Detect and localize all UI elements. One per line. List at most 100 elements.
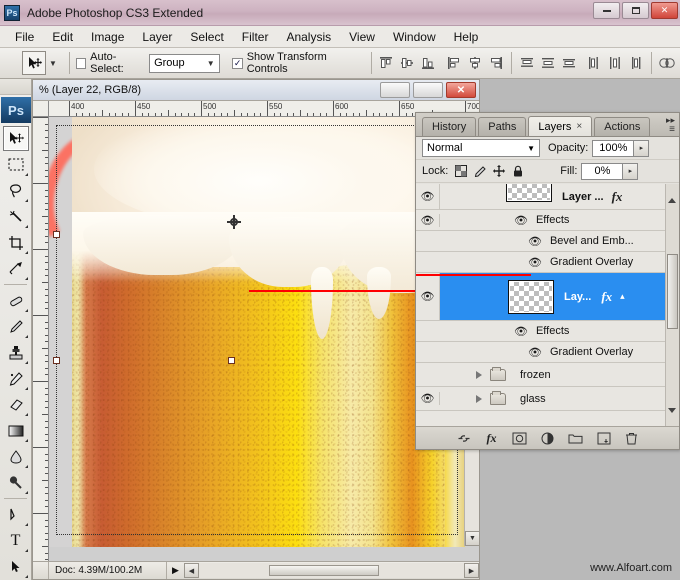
chevron-right-icon[interactable] [476,370,482,379]
layer-group-row-glass[interactable]: 👁 glass [416,387,679,411]
layer-effects-fx-icon-selected[interactable]: fx [601,289,612,305]
effect-row-gradient-2[interactable]: 👁 Gradient Overlay [416,342,679,363]
layer-thumbnail[interactable] [506,184,552,202]
document-title-bar[interactable]: % (Layer 22, RGB/8) ✕ [33,80,479,101]
type-tool[interactable]: T [3,528,29,553]
collapse-panel-icon[interactable]: ▸▸ [666,116,675,125]
new-layer-icon[interactable] [596,431,612,446]
group-visibility-toggle-glass[interactable]: 👁 [416,392,440,405]
hscroll-right-button[interactable]: ▶ [464,563,479,578]
panel-scroll-down-icon[interactable] [668,408,676,425]
distribute-horizontal-centers-icon[interactable] [606,54,624,72]
move-tool[interactable] [2,126,29,151]
blend-mode-dropdown[interactable]: Normal ▼ [422,139,540,157]
add-layer-mask-icon[interactable] [512,431,528,446]
auto-select-checkbox[interactable] [75,57,87,69]
align-right-edges-icon[interactable] [487,54,505,72]
menu-help[interactable]: Help [445,28,488,46]
document-minimize-button[interactable] [380,82,410,98]
layers-list[interactable]: 👁 Layer ... fx 👁 👁 Effects 👁 Bevel and E… [416,184,679,428]
tab-layers[interactable]: Layers × [528,116,593,136]
close-icon[interactable]: × [576,121,582,132]
opacity-input[interactable]: 100% [592,139,635,157]
menu-image[interactable]: Image [82,28,133,46]
document-close-button[interactable]: ✕ [446,82,476,98]
panel-scroll-thumb[interactable] [667,254,678,329]
status-resize-grip[interactable] [33,562,49,579]
new-group-icon[interactable] [568,431,584,446]
delete-layer-icon[interactable] [624,431,640,446]
fill-input[interactable]: 0% [581,162,624,180]
vertical-ruler[interactable] [33,117,49,561]
effects-visibility-toggle-1[interactable]: 👁 [416,213,440,227]
crop-tool[interactable] [3,230,29,255]
add-layer-style-icon[interactable]: fx [484,431,500,446]
close-button[interactable]: ✕ [651,2,678,19]
tab-actions[interactable]: Actions [594,117,651,136]
group-name-frozen[interactable]: frozen [520,369,551,381]
layer-thumbnail-selected[interactable] [508,279,554,314]
tab-history[interactable]: History [422,117,477,136]
document-restore-button[interactable] [413,82,443,98]
gradient-tool[interactable] [3,418,29,443]
layers-panel-scrollbar[interactable] [665,184,679,428]
show-transform-checkbox[interactable]: ✓ [232,57,243,69]
effects-header-row-2[interactable]: 👁 Effects [416,321,679,342]
distribute-left-edges-icon[interactable] [585,54,603,72]
panel-scroll-up-icon[interactable] [668,186,676,203]
blur-tool[interactable] [3,444,29,469]
menu-select[interactable]: Select [181,28,232,46]
toolbox-drag-handle[interactable] [0,79,31,95]
auto-align-layers-icon[interactable] [658,54,676,72]
lock-image-pixels-icon[interactable] [473,165,486,178]
menu-view[interactable]: View [340,28,384,46]
clone-stamp-tool[interactable] [3,340,29,365]
eye-icon[interactable]: 👁 [528,346,542,359]
layer-effects-fx-icon[interactable]: fx [612,189,623,205]
status-expand-arrow-icon[interactable]: ▶ [167,565,184,576]
distribute-bottom-edges-icon[interactable] [560,54,578,72]
distribute-top-edges-icon[interactable] [518,54,536,72]
rectangular-marquee-tool[interactable] [3,152,29,177]
pen-tool[interactable] [3,502,29,527]
opacity-slider-button[interactable]: ▸ [634,139,650,157]
healing-brush-tool[interactable] [3,288,29,313]
layer-name-partial[interactable]: Layer ... [562,191,604,203]
effect-row-gradient-1[interactable]: 👁 Gradient Overlay [416,252,679,273]
horizontal-scroll-thumb[interactable] [268,565,379,576]
horizontal-scrollbar-track[interactable] [198,563,464,578]
artboard[interactable] [49,117,465,547]
minimize-button[interactable] [593,2,620,19]
eye-icon[interactable]: 👁 [528,256,542,269]
path-selection-tool[interactable] [3,554,29,579]
panel-menu-icon[interactable]: ≡ [669,125,675,135]
layer-row-selected[interactable]: 👁 Lay... fx ▴ [416,273,679,321]
auto-select-dropdown[interactable]: Group ▼ [149,53,220,73]
eraser-tool[interactable] [3,392,29,417]
layer-expand-triangle-icon[interactable]: ▴ [620,291,625,302]
effects-header-row-1[interactable]: 👁 👁 Effects [416,210,679,231]
lock-all-icon[interactable] [511,165,524,178]
tool-preset-chevron-down-icon[interactable]: ▼ [49,59,57,68]
menu-analysis[interactable]: Analysis [277,28,340,46]
align-bottom-edges-icon[interactable] [419,54,437,72]
eye-icon[interactable]: 👁 [514,214,528,227]
lock-position-icon[interactable] [492,165,505,178]
tab-paths[interactable]: Paths [478,117,527,136]
history-brush-tool[interactable] [3,366,29,391]
align-top-edges-icon[interactable] [377,54,395,72]
menu-window[interactable]: Window [384,28,445,46]
slice-tool[interactable] [3,256,29,281]
lasso-tool[interactable] [3,178,29,203]
move-tool-icon[interactable] [22,51,47,75]
align-vertical-centers-icon[interactable] [398,54,416,72]
layer-group-row-frozen[interactable]: frozen [416,363,679,387]
menu-layer[interactable]: Layer [133,28,181,46]
align-left-edges-icon[interactable] [445,54,463,72]
align-horizontal-centers-icon[interactable] [466,54,484,72]
dodge-tool[interactable] [3,470,29,495]
group-name-glass[interactable]: glass [520,393,546,405]
layer-name-selected[interactable]: Lay... [564,291,591,303]
layer-visibility-toggle-selected[interactable]: 👁 [416,273,440,320]
hscroll-left-button[interactable]: ◀ [183,563,199,578]
